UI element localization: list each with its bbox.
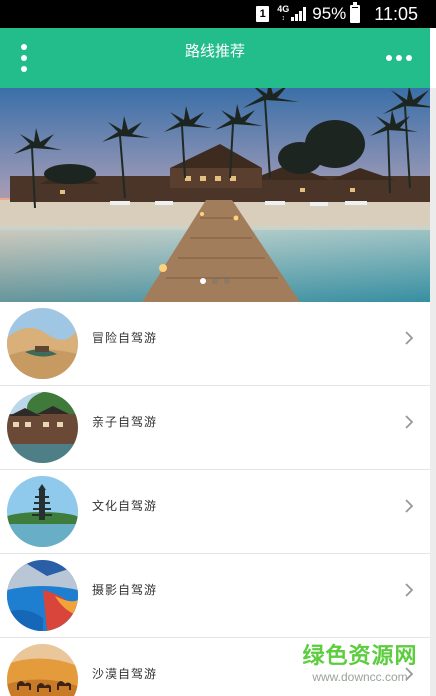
carousel-dot-3[interactable] [224,278,230,284]
list-item-photography[interactable]: 摄影自驾游 [0,554,430,638]
chevron-right-icon [405,583,414,597]
route-label: 冒险自驾游 [92,331,158,345]
carousel-indicators [0,278,430,284]
carousel-dot-2[interactable] [212,278,218,284]
data-arrows-icon: ↕ [281,15,285,22]
clock: 11:05 [374,3,418,24]
chevron-right-icon [405,499,414,513]
chevron-right-icon [405,331,414,345]
sim-card-icon: 1 [256,6,270,22]
list-item-family[interactable]: 亲子自驾游 [0,386,430,470]
route-label: 亲子自驾游 [92,415,158,429]
page-title: 路线推荐 [184,42,245,60]
list-item-adventure[interactable]: 冒险自驾游 [0,302,430,386]
status-bar: 1 4G ↕ 95% 11:05 [0,0,436,28]
watermark-title: 绿色资源网 [302,644,418,669]
signal-strength-icon [291,7,307,21]
desert-oasis-thumbnail [7,308,78,379]
network-label: 4G [277,4,290,14]
network-type: 4G ↕ [277,5,289,23]
chevron-right-icon [405,415,414,429]
tropical-beach-image [0,88,430,302]
watermark: 绿色资源网 www.downcc.com [300,644,420,684]
camel-desert-thumbnail [7,644,78,696]
ancient-town-thumbnail [7,392,78,463]
battery-icon [350,2,361,23]
route-list: 冒险自驾游 亲子自驾游 文化自驾游 摄影自驾游 沙漠自驾游 [0,302,430,696]
app-header: 路线推荐 [0,28,430,88]
list-item-culture[interactable]: 文化自驾游 [0,470,430,554]
banner-carousel[interactable] [0,88,430,302]
pagoda-lake-thumbnail [7,476,78,547]
watermark-url: www.downcc.com [312,670,408,684]
colorful-lake-thumbnail [7,560,78,631]
carousel-dot-1[interactable] [200,278,206,284]
route-label: 沙漠自驾游 [92,667,158,681]
scrollbar-track [430,88,436,696]
more-horizontal-icon[interactable] [386,55,412,61]
route-label: 文化自驾游 [92,499,158,513]
battery-percentage: 95% [312,4,347,23]
route-label: 摄影自驾游 [92,583,158,597]
